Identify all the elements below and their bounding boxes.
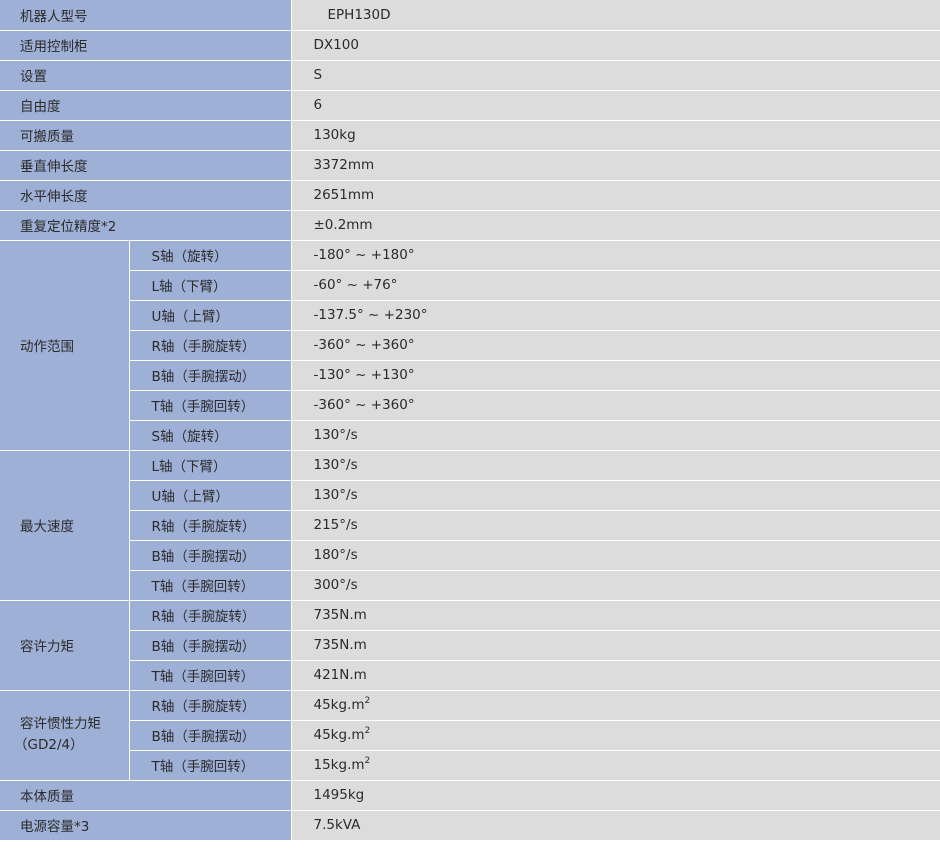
axis-value: 15kg.m2: [291, 750, 940, 781]
axis-value: 215°/s: [291, 510, 940, 541]
row-label: 水平伸长度: [0, 180, 292, 211]
value-text: 45kg.m: [313, 727, 365, 743]
axis-value: -130° ~ +130°: [291, 360, 940, 391]
row-label: 重复定位精度*2: [0, 210, 292, 241]
value-superscript: 2: [364, 756, 371, 766]
table-row: S轴（旋转） 130°/s: [0, 420, 940, 451]
axis-label: B轴（手腕摆动）: [129, 630, 292, 661]
row-value: 6: [291, 90, 940, 121]
table-row: U轴（上臂） -137.5° ~ +230°: [0, 300, 940, 331]
axis-value: 130°/s: [291, 450, 940, 481]
axis-value: 735N.m: [291, 600, 940, 631]
row-label: 垂直伸长度: [0, 150, 292, 181]
row-value: 130kg: [291, 120, 940, 151]
axis-label: L轴（下臂）: [129, 270, 292, 301]
row-value: ±0.2mm: [291, 210, 940, 241]
value-text: 15kg.m: [313, 757, 365, 773]
table-row: 电源容量*3 7.5kVA: [0, 810, 940, 841]
table-row: 本体质量 1495kg: [0, 780, 940, 811]
group-label-allowable-moment: 容许力矩: [0, 600, 130, 691]
axis-label: T轴（手腕回转）: [129, 570, 292, 601]
axis-label: B轴（手腕摆动）: [129, 360, 292, 391]
axis-label: R轴（手腕旋转）: [129, 690, 292, 721]
group-label-line1: 容许惯性力矩: [20, 716, 101, 732]
axis-label: L轴（下臂）: [129, 450, 292, 481]
row-value: EPH130D: [291, 0, 940, 31]
value-text: 45kg.m: [313, 697, 365, 713]
table-row: B轴（手腕摆动） 180°/s: [0, 540, 940, 571]
axis-label: B轴（手腕摆动）: [129, 540, 292, 571]
table-row: L轴（下臂） -60° ~ +76°: [0, 270, 940, 301]
table-row: 动作范围 S轴（旋转） -180° ~ +180°: [0, 240, 940, 451]
table-row: R轴（手腕旋转） 215°/s: [0, 510, 940, 541]
axis-label: B轴（手腕摆动）: [129, 720, 292, 751]
row-value: DX100: [291, 30, 940, 61]
row-label: 本体质量: [0, 780, 292, 811]
table-row: 机器人型号 EPH130D: [0, 0, 940, 31]
table-row: 可搬质量 130kg: [0, 120, 940, 151]
table-row: 水平伸长度 2651mm: [0, 180, 940, 211]
axis-label: U轴（上臂）: [129, 300, 292, 331]
table-row: B轴（手腕摆动） 45kg.m2: [0, 720, 940, 751]
table-row: U轴（上臂） 130°/s: [0, 480, 940, 511]
row-label: 适用控制柜: [0, 30, 292, 61]
group-label-max-speed: 最大速度: [0, 450, 130, 601]
axis-label: R轴（手腕旋转）: [129, 600, 292, 631]
table-row: T轴（手腕回转） 15kg.m2: [0, 750, 940, 781]
value-superscript: 2: [364, 726, 371, 736]
row-label: 设置: [0, 60, 292, 91]
axis-value: 421N.m: [291, 660, 940, 691]
row-label: 机器人型号: [0, 0, 292, 31]
row-value: S: [291, 60, 940, 91]
row-value: 7.5kVA: [291, 810, 940, 841]
table-row: T轴（手腕回转） 300°/s: [0, 570, 940, 601]
axis-label: T轴（手腕回转）: [129, 390, 292, 421]
table-row: 容许力矩 R轴（手腕旋转） 735N.m: [0, 600, 940, 691]
table-row: R轴（手腕旋转） -360° ~ +360°: [0, 330, 940, 361]
row-value: 1495kg: [291, 780, 940, 811]
row-label: 自由度: [0, 90, 292, 121]
axis-value: -360° ~ +360°: [291, 330, 940, 361]
axis-value: 735N.m: [291, 630, 940, 661]
axis-value: 45kg.m2: [291, 690, 940, 721]
group-label-motion-range: 动作范围: [0, 240, 130, 451]
group-label-allowable-inertia: 容许惯性力矩 （GD2/4）: [0, 690, 130, 781]
row-label: 电源容量*3: [0, 810, 292, 841]
axis-label: S轴（旋转）: [129, 420, 292, 451]
spec-table: 机器人型号 EPH130D 适用控制柜 DX100 设置 S 自由度 6 可搬质…: [0, 0, 940, 841]
axis-label: U轴（上臂）: [129, 480, 292, 511]
table-row: T轴（手腕回转） -360° ~ +360°: [0, 390, 940, 421]
table-row: 自由度 6: [0, 90, 940, 121]
axis-value: 45kg.m2: [291, 720, 940, 751]
row-value: 3372mm: [291, 150, 940, 181]
axis-label: R轴（手腕旋转）: [129, 330, 292, 361]
table-row: 垂直伸长度 3372mm: [0, 150, 940, 181]
group-label-line2: （GD2/4）: [14, 737, 84, 753]
table-row: T轴（手腕回转） 421N.m: [0, 660, 940, 691]
value-superscript: 2: [364, 696, 371, 706]
axis-value: 130°/s: [291, 480, 940, 511]
axis-label: T轴（手腕回转）: [129, 660, 292, 691]
axis-label: R轴（手腕旋转）: [129, 510, 292, 541]
axis-value: 180°/s: [291, 540, 940, 571]
axis-value: 300°/s: [291, 570, 940, 601]
axis-label: S轴（旋转）: [129, 240, 292, 271]
table-row: 容许惯性力矩 （GD2/4） R轴（手腕旋转） 45kg.m2: [0, 690, 940, 781]
axis-value: -360° ~ +360°: [291, 390, 940, 421]
axis-value: -180° ~ +180°: [291, 240, 940, 271]
table-row: 重复定位精度*2 ±0.2mm: [0, 210, 940, 241]
row-label: 可搬质量: [0, 120, 292, 151]
axis-value: -60° ~ +76°: [291, 270, 940, 301]
table-row: B轴（手腕摆动） 735N.m: [0, 630, 940, 661]
axis-value: -137.5° ~ +230°: [291, 300, 940, 331]
axis-value: 130°/s: [291, 420, 940, 451]
row-value: 2651mm: [291, 180, 940, 211]
table-row: 设置 S: [0, 60, 940, 91]
table-row: 适用控制柜 DX100: [0, 30, 940, 61]
table-row: B轴（手腕摆动） -130° ~ +130°: [0, 360, 940, 391]
table-row: 最大速度 L轴（下臂） 130°/s: [0, 450, 940, 601]
axis-label: T轴（手腕回转）: [129, 750, 292, 781]
